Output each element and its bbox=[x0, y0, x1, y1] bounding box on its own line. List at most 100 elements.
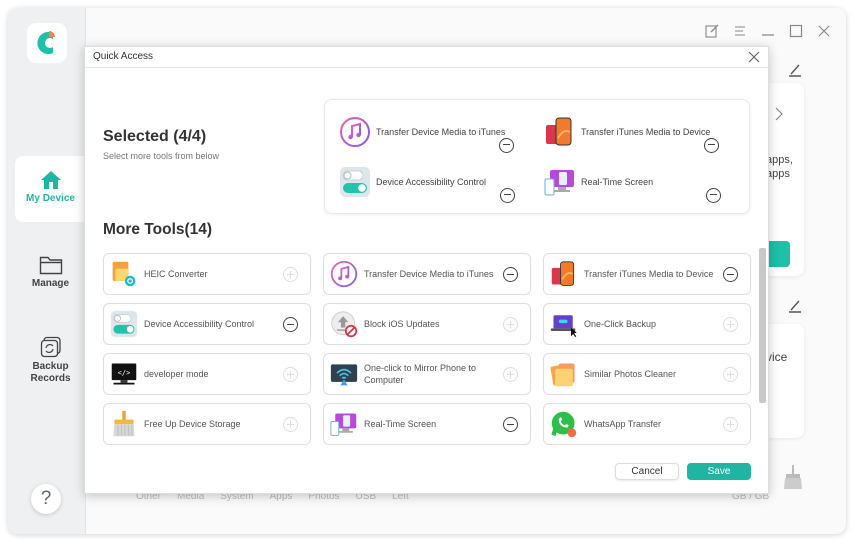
tool-card[interactable]: WhatsApp Transfer bbox=[543, 403, 751, 445]
sidebar-item-label: My Device bbox=[26, 193, 75, 204]
sidebar-item-my-device[interactable]: My Device bbox=[15, 156, 86, 222]
tool-label: WhatsApp Transfer bbox=[584, 419, 662, 429]
phones-icon bbox=[550, 260, 578, 288]
toggle-icon bbox=[110, 310, 138, 338]
remove-button[interactable] bbox=[503, 267, 518, 282]
broom-icon bbox=[110, 410, 138, 438]
tool-card[interactable]: One-Click Backup bbox=[543, 303, 751, 345]
sidebar-item-manage[interactable]: Manage bbox=[15, 255, 86, 305]
tool-card[interactable]: HEIC Converter bbox=[103, 253, 311, 295]
remove-button[interactable] bbox=[500, 187, 515, 203]
add-button[interactable] bbox=[283, 367, 298, 382]
app-logo bbox=[27, 23, 67, 63]
add-button[interactable] bbox=[283, 417, 298, 432]
tool-label: Similar Photos Cleaner bbox=[584, 369, 677, 379]
broom-icon[interactable] bbox=[782, 464, 804, 495]
selected-title: Selected (4/4) bbox=[103, 128, 207, 145]
photos-icon bbox=[550, 360, 578, 388]
sidebar: My Device Manage Backup Records ? bbox=[8, 8, 86, 534]
sidebar-item-backup-records[interactable]: Backup Records bbox=[15, 336, 86, 391]
selected-subtitle: Select more tools from below bbox=[103, 151, 220, 161]
add-button[interactable] bbox=[503, 367, 518, 382]
remove-button[interactable] bbox=[706, 187, 721, 203]
remove-button[interactable] bbox=[499, 137, 515, 153]
tool-label: Real-Time Screen bbox=[364, 419, 437, 429]
selected-tools-panel: Transfer Device Media to iTunes Transfer… bbox=[324, 99, 750, 214]
close-icon[interactable] bbox=[748, 51, 760, 63]
tool-card[interactable]: Free Up Device Storage bbox=[103, 403, 311, 445]
tool-label: Device Accessibility Control bbox=[144, 319, 255, 329]
selected-item: Real-Time Screen bbox=[544, 164, 733, 203]
feedback-icon[interactable] bbox=[704, 23, 720, 39]
tool-label: Transfer iTunes Media to Device bbox=[584, 269, 714, 279]
more-tools-title: More Tools(14) bbox=[103, 221, 213, 238]
code-monitor-icon: </> bbox=[110, 360, 138, 388]
selected-item-label: Transfer Device Media to iTunes bbox=[376, 127, 506, 137]
minimize-icon[interactable] bbox=[760, 23, 776, 39]
selected-item-label: Real-Time Screen bbox=[581, 177, 654, 187]
maximize-icon[interactable] bbox=[788, 23, 804, 39]
folder-icon bbox=[39, 256, 62, 275]
heic-icon bbox=[110, 260, 138, 288]
selected-item: Transfer iTunes Media to Device bbox=[544, 114, 731, 153]
cancel-button[interactable]: Cancel bbox=[615, 463, 679, 480]
remove-button[interactable] bbox=[283, 317, 298, 332]
tool-label: developer mode bbox=[144, 369, 209, 379]
home-icon bbox=[40, 171, 61, 189]
tool-label: Transfer Device Media to iTunes bbox=[364, 269, 494, 279]
background-text: apps bbox=[766, 168, 790, 180]
tool-card[interactable]: Similar Photos Cleaner bbox=[543, 353, 751, 395]
block-update-icon bbox=[330, 310, 358, 338]
phones-icon bbox=[544, 116, 576, 148]
selected-item: Transfer Device Media to iTunes bbox=[339, 114, 526, 153]
tool-card[interactable]: One-click to Mirror Phone to Computer bbox=[323, 353, 531, 395]
menu-icon[interactable] bbox=[732, 23, 748, 39]
tool-label: Block iOS Updates bbox=[364, 319, 440, 329]
tool-label: One-click to Mirror Phone to Computer bbox=[364, 363, 477, 385]
tool-card[interactable]: Transfer Device Media to iTunes bbox=[323, 253, 531, 295]
tool-card[interactable]: Real-Time Screen bbox=[323, 403, 531, 445]
edit-icon[interactable] bbox=[787, 62, 803, 83]
add-button[interactable] bbox=[723, 417, 738, 432]
help-icon: ? bbox=[40, 488, 52, 509]
svg-text:</>: </> bbox=[118, 369, 131, 377]
screen-mirror-icon bbox=[330, 410, 358, 438]
itunes-icon bbox=[330, 260, 358, 288]
quick-access-dialog: Quick Access Selected (4/4) Select more … bbox=[84, 46, 769, 494]
dialog-header: Quick Access bbox=[85, 47, 768, 68]
help-button[interactable]: ? bbox=[31, 484, 61, 514]
add-button[interactable] bbox=[723, 317, 738, 332]
itunes-icon bbox=[339, 116, 371, 148]
scrollbar[interactable] bbox=[759, 248, 766, 403]
sidebar-item-label: Manage bbox=[31, 278, 70, 289]
selected-item: Device Accessibility Control bbox=[339, 164, 527, 203]
window-controls bbox=[704, 23, 832, 39]
wifi-monitor-icon bbox=[330, 360, 358, 388]
toggle-icon bbox=[339, 166, 371, 198]
tool-card[interactable]: Device Accessibility Control bbox=[103, 303, 311, 345]
whatsapp-icon bbox=[550, 410, 578, 438]
background-text: apps, bbox=[766, 154, 793, 166]
tool-card[interactable]: Block iOS Updates bbox=[323, 303, 531, 345]
remove-button[interactable] bbox=[704, 137, 720, 153]
selected-item-label: Transfer iTunes Media to Device bbox=[581, 127, 711, 137]
add-button[interactable] bbox=[283, 267, 298, 282]
tool-card[interactable]: </> developer mode bbox=[103, 353, 311, 395]
tool-label: Free Up Device Storage bbox=[144, 419, 241, 429]
sidebar-item-label: Backup Records bbox=[30, 361, 71, 384]
add-button[interactable] bbox=[503, 317, 518, 332]
tool-card[interactable]: Transfer iTunes Media to Device bbox=[543, 253, 751, 295]
add-button[interactable] bbox=[723, 367, 738, 382]
screen-mirror-icon bbox=[544, 166, 576, 198]
selected-item-label: Device Accessibility Control bbox=[376, 177, 487, 187]
edit-icon[interactable] bbox=[787, 298, 803, 319]
background-text: vice bbox=[766, 350, 788, 364]
dialog-title: Quick Access bbox=[93, 51, 154, 62]
chevron-right-icon[interactable] bbox=[774, 107, 784, 121]
remove-button[interactable] bbox=[503, 417, 518, 432]
laptop-backup-icon bbox=[550, 310, 578, 338]
remove-button[interactable] bbox=[723, 267, 738, 282]
save-button[interactable]: Save bbox=[687, 463, 751, 480]
close-window-icon[interactable] bbox=[816, 23, 832, 39]
tool-label: One-Click Backup bbox=[584, 319, 657, 329]
